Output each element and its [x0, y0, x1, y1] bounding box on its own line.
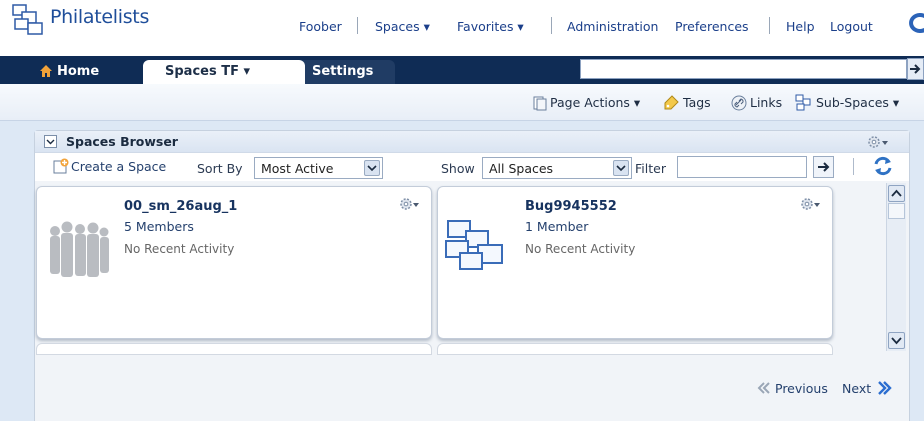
space-name[interactable]: 00_sm_26aug_1 [124, 199, 237, 214]
tab-spaces-tf[interactable]: Spaces TF ▾ [143, 60, 305, 84]
space-card-partial [437, 343, 833, 355]
page-icon [533, 96, 547, 111]
space-card[interactable]: 00_sm_26aug_1 5 Members No Recent Activi… [36, 186, 432, 339]
page-actions-menu[interactable]: Page Actions ▾ [550, 95, 640, 110]
sub-spaces-menu[interactable]: Sub-Spaces ▾ [816, 95, 899, 110]
sort-by-value: Most Active [261, 161, 334, 176]
show-select[interactable]: All Spaces [482, 157, 632, 179]
show-label: Show [441, 161, 475, 176]
brand-title[interactable]: Philatelists [50, 6, 149, 28]
tab-spaces-label: Spaces TF ▾ [165, 64, 251, 79]
scroll-down-button[interactable] [888, 332, 905, 349]
show-value: All Spaces [489, 161, 554, 176]
tab-settings-label: Settings [312, 64, 374, 79]
links-icon [731, 95, 747, 111]
space-blocks-icon [445, 220, 503, 270]
nav-help[interactable]: Help [786, 19, 815, 34]
space-activity: No Recent Activity [124, 242, 235, 256]
nav-separator [551, 17, 552, 34]
search-input[interactable] [580, 59, 907, 79]
chevron-up-icon [891, 189, 902, 197]
home-icon [40, 65, 52, 77]
filter-label: Filter [635, 161, 666, 176]
space-members[interactable]: 5 Members [124, 219, 194, 234]
space-members[interactable]: 1 Member [525, 219, 588, 234]
tags-button[interactable]: Tags [683, 95, 711, 110]
space-card[interactable]: Bug9945552 1 Member No Recent Activity [437, 186, 833, 339]
nav-logout[interactable]: Logout [830, 19, 873, 34]
double-chevron-left-icon[interactable] [756, 381, 772, 395]
space-activity: No Recent Activity [525, 242, 636, 256]
toolbar-separator [853, 158, 854, 175]
oracle-logo-icon [909, 13, 924, 33]
panel-gear-icon[interactable] [866, 134, 890, 150]
sub-spaces-icon [795, 94, 811, 111]
create-space-link[interactable]: Create a Space [71, 159, 166, 174]
panel-title: Spaces Browser [66, 134, 178, 149]
chevron-down-icon [891, 337, 902, 345]
search-go-button[interactable] [907, 58, 924, 80]
dropdown-arrow-icon [364, 160, 380, 176]
refresh-icon[interactable] [872, 155, 894, 177]
sort-by-select[interactable]: Most Active [254, 157, 383, 179]
tag-icon [664, 95, 679, 110]
scroll-thumb[interactable] [888, 203, 905, 219]
nav-spaces-menu[interactable]: Spaces ▾ [375, 19, 430, 34]
tab-home[interactable]: Home [33, 60, 143, 84]
nav-foober[interactable]: Foober [299, 19, 342, 34]
card-gear-icon[interactable] [399, 197, 421, 211]
logo-icon [12, 4, 43, 35]
chevron-down-icon [46, 139, 55, 145]
nav-favorites-menu[interactable]: Favorites ▾ [457, 19, 524, 34]
collapse-button[interactable] [44, 135, 57, 148]
arrow-right-icon [818, 162, 830, 172]
nav-separator [357, 17, 358, 34]
filter-input[interactable] [677, 156, 807, 178]
people-silhouette-icon [50, 221, 109, 277]
filter-go-button[interactable] [813, 156, 834, 178]
nav-administration[interactable]: Administration [567, 19, 658, 34]
arrow-right-icon [910, 64, 921, 74]
nav-separator [769, 17, 770, 34]
space-name[interactable]: Bug9945552 [525, 199, 617, 214]
dropdown-arrow-icon [613, 160, 629, 176]
double-chevron-right-icon[interactable] [876, 380, 892, 396]
links-button[interactable]: Links [750, 95, 782, 110]
scroll-up-button[interactable] [888, 185, 905, 202]
create-space-icon [53, 158, 69, 174]
previous-link[interactable]: Previous [775, 381, 828, 396]
card-gear-icon[interactable] [800, 197, 822, 211]
page-action-bar [0, 84, 924, 121]
next-link[interactable]: Next [842, 381, 871, 396]
tab-home-label: Home [57, 64, 100, 79]
sort-by-label: Sort By [197, 161, 243, 176]
space-card-partial [36, 343, 432, 355]
nav-preferences[interactable]: Preferences [675, 19, 749, 34]
